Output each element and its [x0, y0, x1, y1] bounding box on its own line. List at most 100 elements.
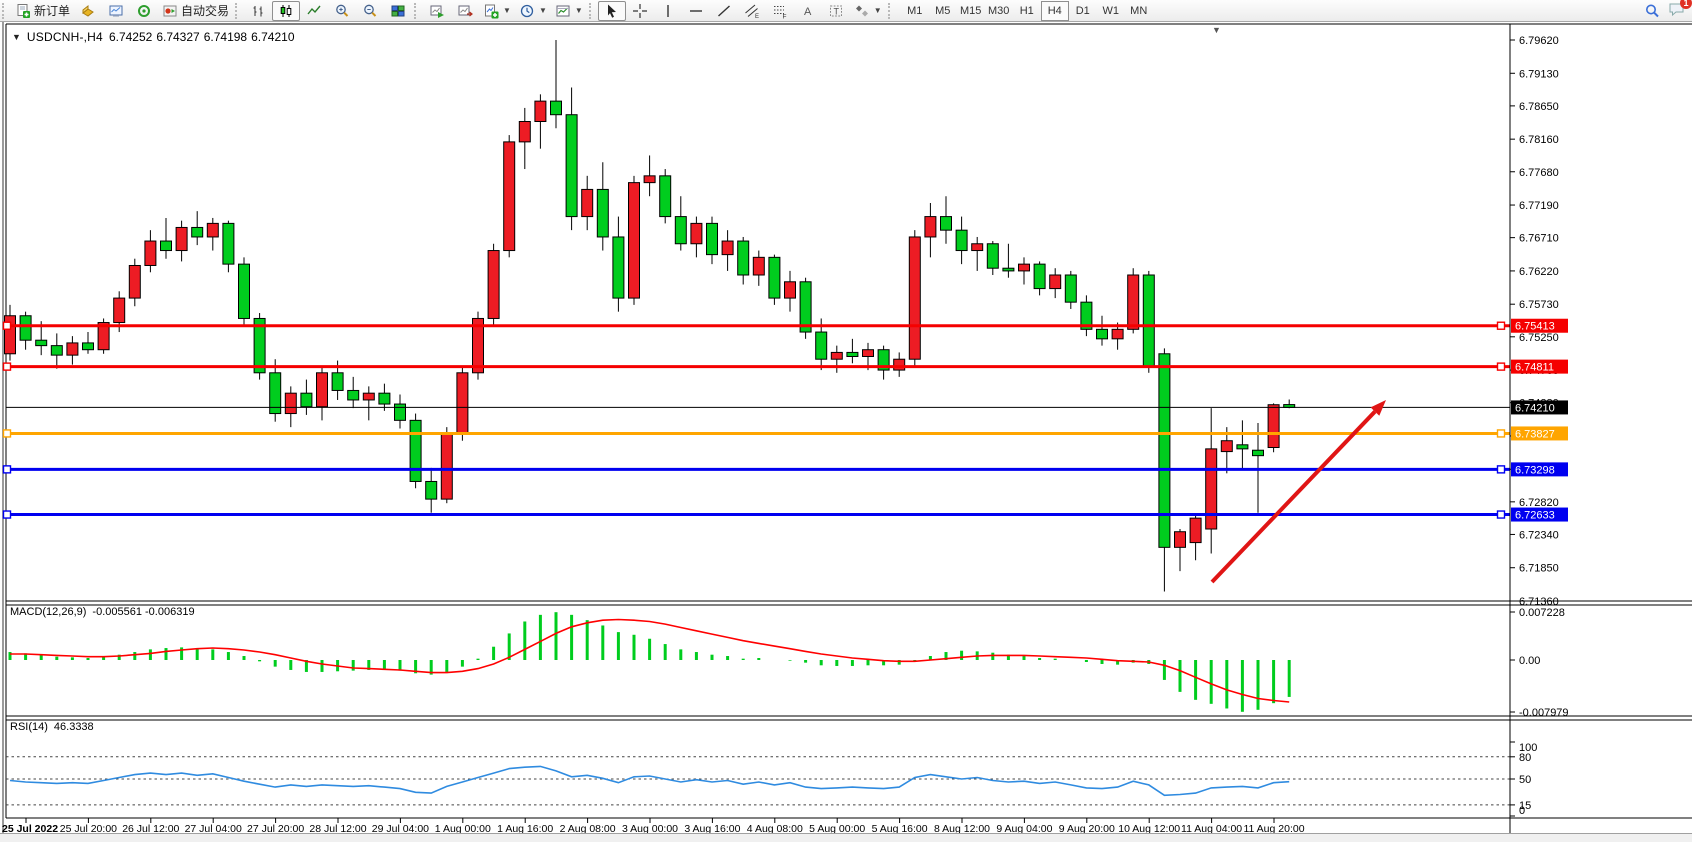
line-marker-left[interactable]	[4, 511, 11, 518]
notifications-button[interactable]: 1	[1668, 1, 1686, 20]
candlestick-chart-button[interactable]	[272, 1, 300, 21]
navigator-icon	[136, 3, 152, 19]
period-button-m1[interactable]: M1	[901, 1, 929, 21]
candle-bull	[644, 176, 655, 183]
line-marker-left[interactable]	[4, 466, 11, 473]
line-marker-right[interactable]	[1498, 363, 1505, 370]
period-button-h1[interactable]: H1	[1013, 1, 1041, 21]
market-watch-button[interactable]	[102, 1, 130, 21]
trendline-button[interactable]	[710, 1, 738, 21]
toolbar-grip[interactable]	[414, 3, 421, 19]
candle-bull	[1128, 275, 1139, 329]
candle-bear	[738, 241, 749, 275]
period-button-m15[interactable]: M15	[957, 1, 985, 21]
cursor-button[interactable]	[598, 1, 626, 21]
chart-shift-marker[interactable]: ▼	[1212, 25, 1221, 35]
price-tick-label: 6.79620	[1519, 35, 1559, 47]
toolbar: 新订单	[0, 0, 1692, 22]
equidistant-channel-button[interactable]: E	[738, 1, 766, 21]
candle-bear	[566, 115, 577, 217]
collapse-triangle-icon[interactable]: ▼	[12, 32, 21, 42]
svg-text:F: F	[782, 13, 786, 19]
candle-bear	[301, 393, 312, 407]
text-icon: A	[800, 3, 816, 19]
zoom-out-button[interactable]	[356, 1, 384, 21]
periods-menu-button[interactable]: ▼	[515, 1, 551, 21]
price-tick-label: 6.79130	[1519, 68, 1559, 80]
tile-windows-button[interactable]	[384, 1, 412, 21]
price-tick-label: 6.72340	[1519, 529, 1559, 541]
line-marker-right[interactable]	[1498, 430, 1505, 437]
line-chart-button[interactable]	[300, 1, 328, 21]
line-marker-left[interactable]	[4, 363, 11, 370]
candle-bull	[129, 265, 140, 298]
fibonacci-button[interactable]: F	[766, 1, 794, 21]
line-marker-left[interactable]	[4, 322, 11, 329]
zoom-out-icon	[362, 3, 378, 19]
navigator-button[interactable]	[130, 1, 158, 21]
chart-canvas[interactable]: 6.796206.791306.786506.781606.776806.771…	[0, 22, 1692, 834]
vertical-line-button[interactable]	[654, 1, 682, 21]
toolbar-grip[interactable]	[888, 3, 895, 19]
period-button-m5[interactable]: M5	[929, 1, 957, 21]
toolbar-grip[interactable]	[589, 3, 596, 19]
window-bottom-edge	[0, 833, 1692, 842]
auto-arrange-button[interactable]	[423, 1, 451, 21]
fibonacci-icon: F	[772, 3, 788, 19]
metaeditor-button[interactable]	[74, 1, 102, 21]
svg-text:A: A	[804, 6, 812, 18]
price-line-badge-label: 6.72633	[1515, 510, 1555, 522]
add-indicator-button[interactable]: ▼	[479, 1, 515, 21]
candle-bear	[675, 217, 686, 244]
candle-bull	[1268, 405, 1279, 448]
line-marker-right[interactable]	[1498, 466, 1505, 473]
text-button[interactable]: A	[794, 1, 822, 21]
channel-icon: E	[744, 3, 760, 19]
period-button-m30[interactable]: M30	[985, 1, 1013, 21]
toolbar-grip[interactable]	[235, 3, 242, 19]
search-icon[interactable]	[1644, 3, 1660, 19]
candle-bear	[941, 217, 952, 231]
candle-bear	[1003, 268, 1014, 271]
clock-icon	[519, 3, 535, 19]
horizontal-line-button[interactable]	[682, 1, 710, 21]
ohlc-open: 6.74252	[109, 30, 152, 44]
templates-button[interactable]: ▼	[551, 1, 587, 21]
chart-shift-button[interactable]	[451, 1, 479, 21]
chart-arrange-icon	[429, 3, 445, 19]
line-marker-right[interactable]	[1498, 322, 1505, 329]
text-label-button[interactable]: T	[822, 1, 850, 21]
autotrading-button[interactable]: 自动交易	[158, 1, 233, 21]
new-order-button[interactable]: 新订单	[11, 1, 74, 21]
data-window-icon	[108, 3, 124, 19]
line-marker-right[interactable]	[1498, 511, 1505, 518]
line-marker-left[interactable]	[4, 430, 11, 437]
zoom-in-button[interactable]	[328, 1, 356, 21]
period-button-mn[interactable]: MN	[1125, 1, 1153, 21]
candle-bull	[785, 282, 796, 298]
candle-bull	[582, 189, 593, 216]
ohlc-high: 6.74327	[156, 30, 199, 44]
text-label-icon: T	[828, 3, 844, 19]
candle-bull	[972, 244, 983, 251]
bar-chart-button[interactable]	[244, 1, 272, 21]
dropdown-caret-icon: ▼	[539, 6, 547, 15]
candle-bear	[816, 332, 827, 359]
candle-bull	[722, 241, 733, 255]
candle-bear	[426, 481, 437, 499]
candle-bull	[1206, 449, 1217, 529]
arrows-button[interactable]: ▼	[850, 1, 886, 21]
ohlc-close: 6.74210	[251, 30, 294, 44]
candle-bull	[863, 350, 874, 357]
price-tick-label: 6.78160	[1519, 134, 1559, 146]
toolbar-grip[interactable]	[2, 3, 9, 19]
arrows-icon	[854, 3, 870, 19]
candle-bear	[597, 189, 608, 237]
crosshair-icon	[632, 3, 648, 19]
crosshair-button[interactable]	[626, 1, 654, 21]
period-button-w1[interactable]: W1	[1097, 1, 1125, 21]
period-button-d1[interactable]: D1	[1069, 1, 1097, 21]
candle-bull	[363, 393, 374, 400]
period-button-h4[interactable]: H4	[1041, 1, 1069, 21]
svg-text:T: T	[833, 6, 839, 16]
